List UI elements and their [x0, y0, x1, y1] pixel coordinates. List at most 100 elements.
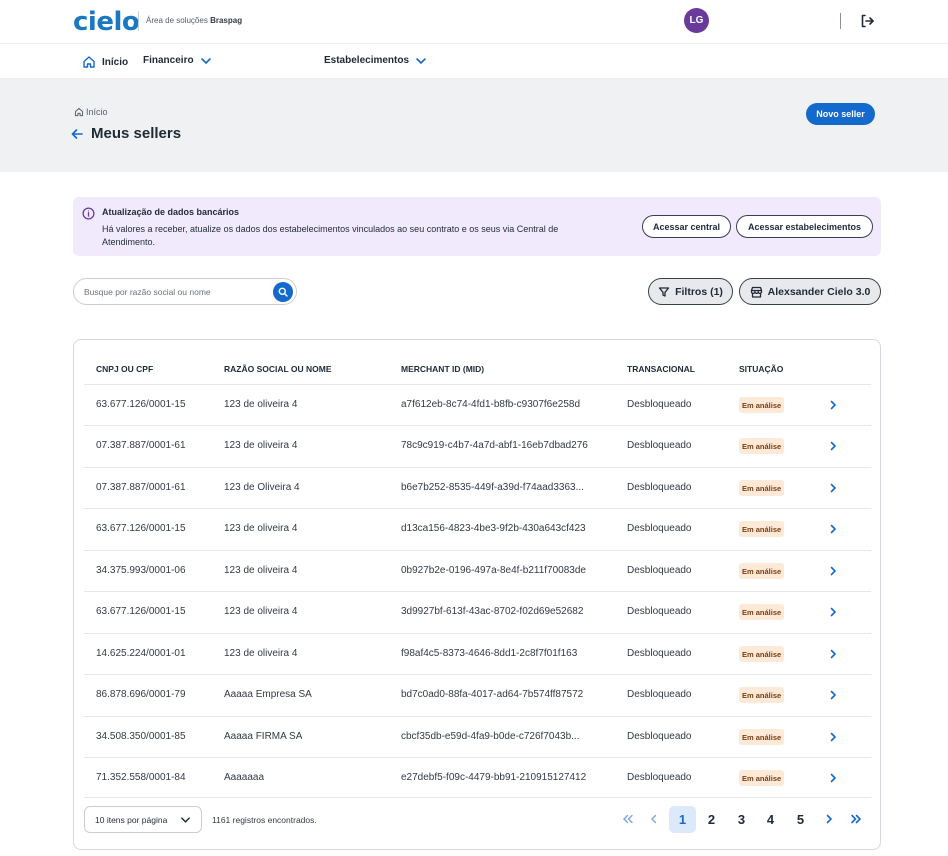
search-button[interactable]: [273, 282, 293, 302]
store-label: Alexsander Cielo 3.0: [767, 285, 871, 298]
breadcrumb[interactable]: Início: [74, 107, 108, 117]
next-page-button[interactable]: [822, 812, 836, 826]
cell-mid: 3d9927bf-613f-43ac-8702-f02d69e52682: [401, 606, 584, 617]
status-badge: Em análise: [739, 770, 785, 786]
access-central-button[interactable]: Acessar central: [642, 215, 731, 238]
records-count: 1161 registros encontrados.: [212, 815, 317, 825]
chevron-down-icon: [200, 57, 211, 64]
info-icon: [82, 207, 95, 220]
chevron-right-icon[interactable]: [828, 565, 838, 577]
page-button-2[interactable]: 2: [698, 806, 725, 833]
table-row[interactable]: 07.387.887/0001-61 123 de oliveira 4 78c…: [84, 425, 871, 466]
chevron-down-icon: [181, 817, 190, 823]
chevron-right-icon: [826, 814, 833, 824]
cell-doc: 63.677.126/0001-15: [96, 606, 186, 617]
avatar[interactable]: LG: [684, 8, 709, 33]
table-row[interactable]: 07.387.887/0001-61 123 de Oliveira 4 b6e…: [84, 467, 871, 508]
table-row[interactable]: 14.625.224/0001-01 123 de oliveira 4 f98…: [84, 633, 871, 674]
nav-label-estabelecimentos: Estabelecimentos: [324, 55, 410, 66]
status-badge: Em análise: [739, 480, 785, 496]
status-badge: Em análise: [739, 729, 785, 745]
cell-name: 123 de oliveira 4: [224, 440, 298, 451]
column-header-doc: CNPJ OU CPF: [96, 364, 154, 374]
filters-button[interactable]: Filtros (1): [648, 278, 733, 305]
table-row[interactable]: 63.677.126/0001-15 123 de oliveira 4 3d9…: [84, 591, 871, 632]
cell-transacional: Desbloqueado: [627, 648, 692, 659]
table-row[interactable]: 63.677.126/0001-15 123 de oliveira 4 d13…: [84, 508, 871, 549]
cell-mid: cbcf35db-e59d-4fa9-b0de-c726f7043b...: [401, 731, 580, 742]
cell-transacional: Desbloqueado: [627, 440, 692, 451]
items-per-page-select[interactable]: 10 itens por página: [84, 806, 202, 833]
cell-mid: e27debf5-f09c-4479-bb91-210915127412: [401, 772, 587, 783]
cell-mid: 78c9c919-c4b7-4a7d-abf1-16eb7dbad276: [401, 440, 588, 451]
nav-item-estabelecimentos[interactable]: Estabelecimentos: [324, 55, 427, 66]
status-badge: Em análise: [739, 438, 785, 454]
cell-name: 123 de oliveira 4: [224, 648, 298, 659]
chevron-right-icon[interactable]: [828, 399, 838, 411]
column-header-mid: MERCHANT ID (MID): [401, 364, 485, 374]
chevron-right-icon[interactable]: [828, 440, 838, 452]
page-title: Meus sellers: [71, 125, 181, 142]
new-seller-button[interactable]: Novo seller: [806, 103, 875, 125]
sellers-table: CNPJ OU CPF RAZÃO SOCIAL OU NOME MERCHAN…: [73, 339, 881, 850]
cell-mid: f98af4c5-8373-4646-8dd1-2c8f7f01f163: [401, 648, 578, 659]
store-icon: [750, 286, 762, 298]
first-page-button[interactable]: [621, 812, 635, 826]
access-establishments-button[interactable]: Acessar estabelecimentos: [736, 215, 873, 238]
page-button-5[interactable]: 5: [787, 806, 814, 833]
cell-transacional: Desbloqueado: [627, 772, 692, 783]
chevron-right-icon[interactable]: [828, 606, 838, 618]
cell-transacional: Desbloqueado: [627, 399, 692, 410]
logout-icon[interactable]: [859, 13, 875, 29]
cell-name: 123 de oliveira 4: [224, 606, 298, 617]
chevron-right-icon[interactable]: [828, 689, 838, 701]
chevron-right-icon[interactable]: [828, 648, 838, 660]
page-button-1[interactable]: 1: [669, 806, 696, 833]
home-icon: [83, 56, 95, 68]
status-badge: Em análise: [739, 397, 785, 413]
store-selector-button[interactable]: Alexsander Cielo 3.0: [739, 278, 881, 305]
cell-mid: d13ca156-4823-4be3-9f2b-430a643cf423: [401, 523, 586, 534]
nav-label-inicio: Início: [102, 56, 129, 68]
main-nav: Início Financeiro Estabelecimentos: [0, 44, 948, 79]
nav-label-financeiro: Financeiro: [143, 55, 194, 66]
chevron-right-icon[interactable]: [828, 731, 838, 743]
cell-transacional: Desbloqueado: [627, 482, 692, 493]
chevron-down-icon: [416, 57, 426, 64]
table-row[interactable]: 63.677.126/0001-15 123 de oliveira 4 a7f…: [84, 384, 871, 425]
search-icon: [278, 287, 288, 297]
column-header-name: RAZÃO SOCIAL OU NOME: [224, 364, 332, 374]
filter-icon: [658, 286, 670, 297]
items-per-page-label: 10 itens por página: [95, 814, 168, 825]
breadcrumb-label: Início: [86, 107, 108, 117]
chevron-right-icon[interactable]: [828, 772, 838, 784]
page-title-text: Meus sellers: [91, 125, 182, 142]
back-arrow-icon[interactable]: [71, 128, 83, 140]
nav-item-financeiro[interactable]: Financeiro: [143, 55, 212, 66]
page-button-4[interactable]: 4: [757, 806, 784, 833]
table-row[interactable]: 71.352.558/0001-84 Aaaaaaa e27debf5-f09c…: [84, 757, 871, 798]
nav-item-inicio[interactable]: Início: [82, 55, 128, 69]
chevron-right-icon[interactable]: [828, 523, 838, 535]
page-button-3[interactable]: 3: [728, 806, 755, 833]
table-row[interactable]: 86.878.696/0001-79 Aaaaa Empresa SA bd7c…: [84, 674, 871, 715]
previous-page-button[interactable]: [647, 812, 661, 826]
logo-subtitle-prefix: Área de soluções: [146, 16, 208, 25]
cell-transacional: Desbloqueado: [627, 565, 692, 576]
logo-subtitle: Área de soluções Braspag: [146, 16, 242, 25]
cell-name: Aaaaaaa: [224, 772, 265, 783]
last-page-button[interactable]: [849, 812, 863, 826]
status-badge: Em análise: [739, 563, 785, 579]
status-badge: Em análise: [739, 687, 785, 703]
chevron-right-icon[interactable]: [828, 482, 838, 494]
cell-doc: 63.677.126/0001-15: [96, 523, 186, 534]
alert-title: Atualização de dados bancários: [102, 207, 240, 217]
column-header-situacao: SITUAÇÃO: [739, 364, 784, 374]
table-row[interactable]: 34.375.993/0001-06 123 de oliveira 4 0b9…: [84, 550, 871, 591]
top-header: cielo Área de soluções Braspag LG: [0, 0, 948, 44]
status-badge: Em análise: [739, 646, 785, 662]
search-input[interactable]: [84, 285, 264, 299]
table-row[interactable]: 34.508.350/0001-85 Aaaaa FIRMA SA cbcf35…: [84, 716, 871, 757]
cielo-logo[interactable]: cielo: [73, 7, 140, 37]
cell-name: 123 de oliveira 4: [224, 399, 298, 410]
